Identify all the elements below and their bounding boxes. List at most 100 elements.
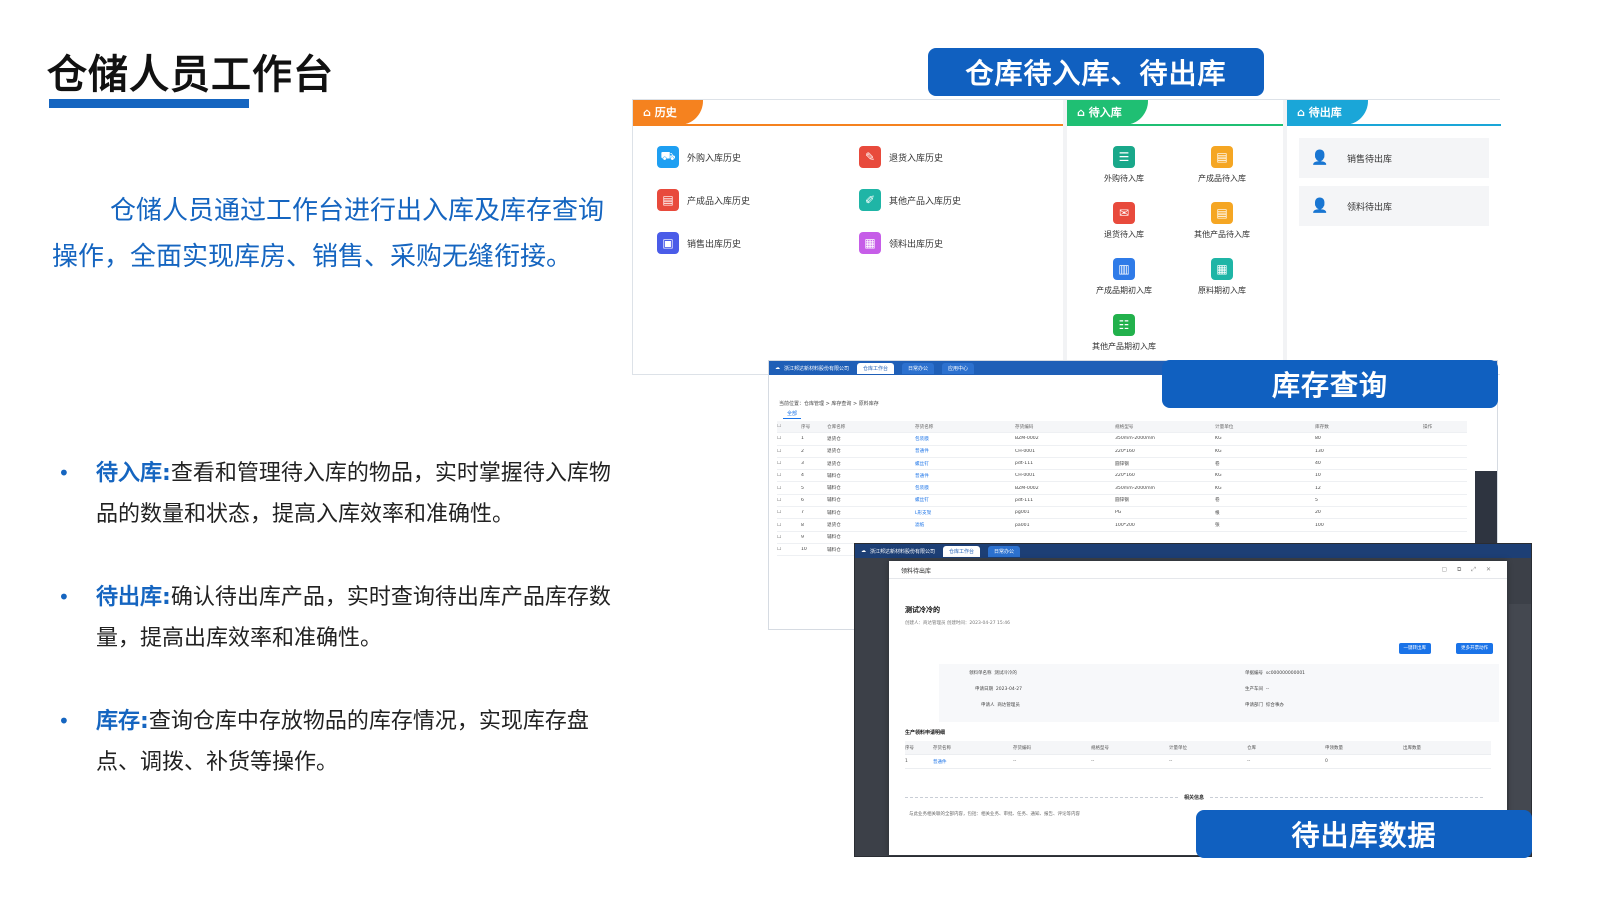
history-item-finished[interactable]: ▤ 产成品入库历史	[657, 189, 750, 211]
tab-apps[interactable]: 应用中心	[942, 362, 975, 374]
related-info-note: 与此业务相关联的全部内容，包括：相关业务、审批、任务、通知、报告、评论等内容	[909, 812, 1080, 817]
table-cell[interactable]: 普通件	[915, 473, 1015, 479]
table-cell: 辅料仓	[827, 486, 841, 492]
bullet-dot: •	[58, 585, 70, 609]
inbound-item-purchase[interactable]: ☰ 外购待入库	[1079, 146, 1169, 184]
feature-outbound: • 待出库:确认待出库产品，实时查询待出库产品库存数量，提高出库效率和准确性。	[58, 577, 628, 659]
table-cell: pdt-111	[1015, 461, 1034, 467]
convert-outbound-button[interactable]: 一键转出库	[1398, 643, 1431, 654]
table-row: ☐ 8 退货仓 滤纸 pa001 100*200 张 100	[777, 519, 1467, 532]
table-cell: 张	[1215, 523, 1220, 529]
table-cell: 4	[801, 473, 804, 479]
related-info-divider[interactable]: 相关信息	[905, 795, 1483, 805]
col-header: 存货编码	[1013, 745, 1031, 751]
table-cell[interactable]: 普通件	[933, 759, 1013, 765]
table-cell: KG	[1215, 436, 1222, 442]
row-checkbox[interactable]: ☐	[777, 449, 801, 454]
col-header: 存货名称	[915, 424, 934, 430]
close-icon[interactable]: ▢ ⧉ ⤢ ✕	[1441, 566, 1495, 573]
row-checkbox[interactable]: ☐	[777, 510, 801, 515]
table-cell: 圆锌钢	[1115, 498, 1129, 504]
table-cell: 辅料仓	[827, 535, 841, 541]
table-cell: 5	[801, 485, 804, 491]
table-cell[interactable]: 包装膜	[915, 436, 1015, 442]
inventory-table: ☐ 序号 仓库名称 存货名称 存货编码 规格型号 计量单位 库存数 操作 ☐ 1 退…	[777, 421, 1467, 557]
col-header: 序号	[801, 424, 811, 430]
table-cell[interactable]: L形支架	[915, 510, 1015, 516]
tab-office[interactable]: 日常办公	[902, 362, 935, 374]
return-doc-icon: ✎	[859, 146, 881, 168]
inbound-item-material-initial[interactable]: ▦ 原料期初入库	[1177, 258, 1267, 296]
row-checkbox[interactable]: ☐	[777, 436, 801, 441]
table-cell: 1	[801, 436, 804, 442]
row-checkbox[interactable]: ☐	[777, 461, 801, 466]
table-cell: 圆锌钢	[1115, 461, 1129, 467]
message-icon: ✉	[1113, 202, 1135, 224]
row-checkbox[interactable]: ☐	[777, 523, 801, 528]
outbound-tab[interactable]: ⌂ 待出库	[1287, 100, 1368, 125]
inbound-item-finished[interactable]: ▤ 产成品待入库	[1177, 146, 1267, 184]
doc-icon: ▤	[1211, 202, 1233, 224]
table-cell: 350mm-2000mm	[1115, 436, 1156, 442]
table-cell: 130	[1315, 448, 1324, 454]
history-item-picking-out[interactable]: ▦ 领料出库历史	[859, 232, 943, 254]
col-header: 序号	[905, 745, 914, 751]
tab-warehouse[interactable]: 仓库工作台	[943, 545, 981, 557]
outbound-tab-line	[1287, 124, 1501, 126]
row-checkbox[interactable]: ☐	[777, 486, 801, 491]
inbound-tab[interactable]: ⌂ 待入库	[1067, 100, 1148, 125]
table-cell: 3	[801, 461, 804, 467]
title-underline	[49, 99, 249, 108]
table-cell: 根	[1215, 510, 1220, 516]
cloud-icon: ☁	[775, 365, 780, 371]
history-item-purchase[interactable]: ⛟ 外购入库历史	[657, 146, 741, 168]
table-cell[interactable]: 普通件	[915, 448, 1015, 454]
doc-icon: ▤	[1211, 146, 1233, 168]
inbound-item-finished-initial[interactable]: ▥ 产成品期初入库	[1079, 258, 1169, 296]
callout-outbound: 待出库数据	[1196, 810, 1532, 858]
row-checkbox[interactable]: ☐	[777, 547, 801, 552]
field-name: 领料单名称 测试冷冷的	[969, 671, 1017, 676]
table-cell[interactable]: 螺丝钉	[915, 461, 1015, 467]
tab-warehouse[interactable]: 仓库工作台	[857, 362, 895, 374]
inbound-item-other-initial[interactable]: ☷ 其他产品期初入库	[1079, 314, 1169, 352]
more-actions-button[interactable]: 更多开票动作	[1456, 643, 1493, 654]
row-checkbox[interactable]: ☐	[777, 498, 801, 503]
document-name: 测试冷冷的	[905, 606, 940, 614]
tab-office[interactable]: 日常办公	[988, 545, 1021, 557]
table-cell: 卷	[1215, 498, 1220, 504]
table-row: ☐ 7 辅料仓 L形支架 pg001 PG 根 20	[777, 507, 1467, 520]
table-cell: 0	[1325, 759, 1328, 764]
feature-term: 库存:	[96, 709, 149, 734]
feature-text: 确认待出库产品，实时查询待出库产品库存数量，提高出库效率和准确性。	[96, 585, 611, 651]
table-cell[interactable]: 螺丝钉	[915, 497, 1015, 503]
table-cell: 10	[801, 547, 807, 553]
table-cell: 辅料仓	[827, 473, 841, 479]
table-cell: CH-0001	[1015, 473, 1036, 479]
history-tab-line	[633, 124, 1063, 126]
table-cell: 2	[801, 448, 804, 454]
history-tab[interactable]: ⌂ 历史	[633, 100, 703, 125]
history-item-other[interactable]: ✐ 其他产品入库历史	[859, 189, 961, 211]
company-name: 浙江邦达新材料股份有限公司	[870, 548, 936, 555]
table-row: ☐ 3 退货仓 螺丝钉 pdt-111 圆锌钢 卷 40	[777, 458, 1467, 471]
table-cell[interactable]: 滤纸	[915, 522, 1015, 528]
filter-tab-all[interactable]: 全部	[783, 409, 802, 419]
outbound-panel: ⌂ 待出库 👤 销售待出库 👤 领料待出库	[1287, 100, 1501, 374]
row-checkbox[interactable]: ☐	[777, 535, 801, 540]
inbound-item-other[interactable]: ▤ 其他产品待入库	[1177, 202, 1267, 240]
table-cell[interactable]: 包装膜	[915, 485, 1015, 491]
bullet-dot: •	[58, 461, 70, 485]
table-cell: --	[1247, 759, 1251, 764]
outbound-item-sales[interactable]: 👤 销售待出库	[1299, 138, 1489, 178]
history-item-sales-out[interactable]: ▣ 销售出库历史	[657, 232, 741, 254]
feature-list: • 待入库:查看和管理待入库的物品，实时掌握待入库物品的数量和状态，提高入库效率…	[58, 453, 628, 825]
inbound-item-return[interactable]: ✉ 退货待入库	[1079, 202, 1169, 240]
table-row: ☐ 4 辅料仓 普通件 CH-0001 220*160 KG 10	[777, 470, 1467, 483]
table-cell: 退货仓	[827, 461, 841, 467]
table-row: ☐ 2 退货仓 普通件 CH-0001 220*160 KG 130	[777, 446, 1467, 458]
table-cell: 100	[1315, 522, 1324, 528]
row-checkbox[interactable]: ☐	[777, 473, 801, 478]
history-item-return[interactable]: ✎ 退货入库历史	[859, 146, 943, 168]
outbound-item-picking[interactable]: 👤 领料待出库	[1299, 186, 1489, 226]
